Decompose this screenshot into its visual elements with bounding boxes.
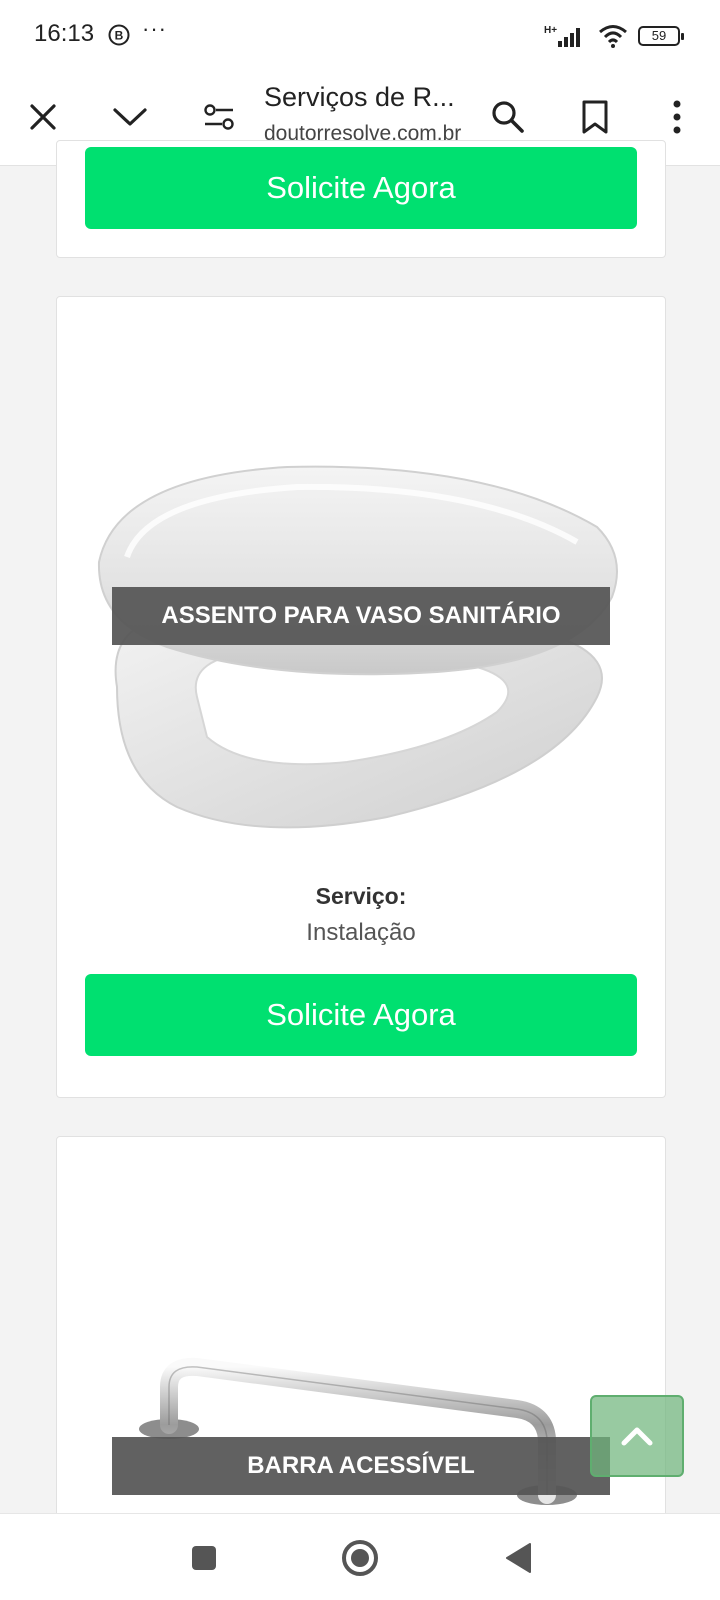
nav-home-button[interactable]	[338, 1536, 382, 1580]
svg-text:B: B	[115, 29, 124, 43]
collapse-button[interactable]	[105, 92, 155, 142]
nav-recents-icon	[192, 1546, 216, 1570]
service-title-caption: BARRA ACESSÍVEL	[112, 1437, 610, 1495]
search-button[interactable]	[483, 92, 533, 142]
scroll-to-top-button[interactable]	[590, 1395, 684, 1477]
request-now-button[interactable]: Solicite Agora	[85, 974, 637, 1056]
wifi-icon	[599, 25, 627, 48]
service-label: Serviço:	[315, 883, 407, 909]
status-more-dots: ···	[142, 16, 167, 41]
status-time: 16:13	[34, 20, 95, 47]
service-value: Instalação	[306, 919, 416, 946]
request-now-button[interactable]: Solicite Agora	[85, 147, 637, 229]
service-title-caption: ASSENTO PARA VASO SANITÁRIO	[112, 587, 610, 645]
close-button[interactable]	[18, 92, 68, 142]
status-bar: 16:13 B ··· H+ 59	[0, 0, 720, 70]
arrow-up-icon	[621, 1427, 653, 1446]
b-notification-icon: B	[108, 24, 130, 46]
nav-back-button[interactable]	[496, 1536, 540, 1580]
signal-icon: H+	[544, 25, 580, 47]
page-settings-icon	[204, 104, 234, 130]
nav-back-icon	[506, 1543, 531, 1573]
more-vert-icon	[673, 100, 681, 134]
search-icon	[492, 101, 524, 133]
service-card: ASSENTO PARA VASO SANITÁRIO Serviço: Ins…	[56, 296, 666, 1098]
bookmark-icon	[582, 100, 608, 134]
battery-icon: 59	[638, 26, 684, 46]
system-nav-bar	[0, 1513, 720, 1600]
svg-text:H+: H+	[544, 25, 557, 36]
page-settings-button[interactable]	[194, 92, 244, 142]
bookmark-button[interactable]	[570, 92, 620, 142]
close-icon	[30, 104, 56, 130]
chevron-down-icon	[113, 108, 147, 126]
nav-home-icon	[342, 1540, 378, 1576]
more-options-button[interactable]	[652, 92, 702, 142]
status-indicators: H+ 59	[544, 22, 684, 50]
toilet-seat-image	[97, 465, 618, 829]
service-card: BARRA ACESSÍVEL	[56, 1136, 666, 1536]
service-card: Solicite Agora	[56, 140, 666, 258]
nav-recents-button[interactable]	[182, 1536, 226, 1580]
page-title[interactable]: Serviços de R...	[264, 82, 474, 113]
